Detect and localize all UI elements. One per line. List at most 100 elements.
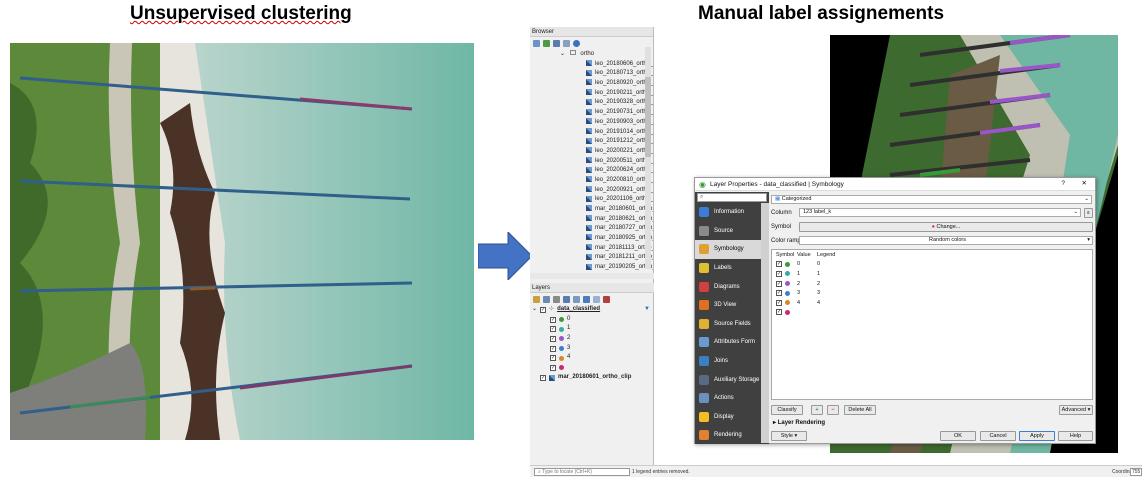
style-icon[interactable]: [533, 295, 540, 303]
column-select[interactable]: 123 label_k ⌄: [799, 208, 1081, 217]
browser-file-item[interactable]: leo_20180713_ortho_: [530, 69, 653, 79]
add-group-icon[interactable]: [543, 295, 550, 303]
symbol-color-icon[interactable]: [785, 261, 790, 267]
class-checkbox[interactable]: ✓: [550, 316, 556, 323]
browser-file-item[interactable]: mar_20190205_ortho_: [530, 263, 653, 273]
sidebar-item[interactable]: Symbology: [695, 240, 769, 259]
class-checkbox[interactable]: ✓: [550, 364, 556, 371]
chevron-down-icon[interactable]: ⌄: [560, 51, 565, 57]
browser-file-item[interactable]: leo_20200810_ortho_: [530, 176, 653, 186]
ok-button[interactable]: OK: [940, 431, 976, 441]
expand-icon[interactable]: [583, 295, 590, 303]
browser-file-item[interactable]: mar_20180925_ortho_: [530, 234, 653, 244]
classify-button[interactable]: Classify: [771, 405, 803, 415]
layer-raster[interactable]: ✓ mar_20180601_ortho_clip: [530, 373, 654, 383]
filter-icon[interactable]: [553, 39, 560, 47]
symbol-color-icon[interactable]: [785, 271, 790, 277]
browser-file-item[interactable]: mar_20180621_ortho_: [530, 215, 653, 225]
cancel-button[interactable]: Cancel: [980, 431, 1016, 441]
layer-class-item[interactable]: ✓: [530, 363, 654, 373]
locator-input[interactable]: ⌕ Type to locate (Ctrl+K): [534, 468, 630, 476]
row-checkbox[interactable]: ✓: [776, 299, 782, 306]
table-row[interactable]: ✓ 3 3: [772, 288, 1092, 298]
filter-icon[interactable]: ▼: [644, 305, 650, 315]
sidebar-item[interactable]: Rendering: [695, 426, 769, 445]
table-row[interactable]: ✓ 4 4: [772, 298, 1092, 308]
browser-file-item[interactable]: leo_20191014_ortho_: [530, 127, 653, 138]
layer-data-classified[interactable]: ⌄ ✓ ⊹ data_classified ▼: [530, 305, 654, 315]
sidebar-search-input[interactable]: ⌕: [697, 193, 767, 202]
sidebar-item[interactable]: Labels: [695, 259, 769, 278]
sidebar-item[interactable]: Information: [695, 203, 769, 222]
table-row[interactable]: ✓: [772, 308, 1092, 318]
refresh-icon[interactable]: [543, 39, 550, 47]
scroll-thumb[interactable]: [645, 77, 651, 157]
layer-checkbox[interactable]: ✓: [540, 306, 547, 313]
remove-layer-icon[interactable]: [603, 295, 610, 303]
class-checkbox[interactable]: ✓: [550, 335, 556, 342]
sidebar-item[interactable]: Auxiliary Storage: [695, 370, 769, 389]
delete-all-button[interactable]: Delete All: [844, 405, 876, 415]
symbol-color-icon[interactable]: [785, 290, 790, 296]
sidebar-item[interactable]: Actions: [695, 389, 769, 408]
chevron-down-icon[interactable]: ⌄: [532, 305, 537, 315]
table-row[interactable]: ✓ 1 1: [772, 269, 1092, 279]
layer-class-item[interactable]: ✓ 2: [530, 334, 654, 344]
sidebar-item[interactable]: Attributes Form: [695, 333, 769, 352]
info-icon[interactable]: [573, 39, 580, 47]
browser-file-item[interactable]: leo_20190731_ortho_: [530, 108, 653, 118]
browser-file-item[interactable]: mar_20181113_ortho_: [530, 244, 653, 254]
symbol-color-icon[interactable]: [785, 281, 790, 287]
sidebar-item[interactable]: Display: [695, 408, 769, 427]
row-checkbox[interactable]: ✓: [776, 290, 782, 297]
close-icon[interactable]: ✕: [1082, 179, 1087, 187]
browser-hscrollbar[interactable]: [530, 273, 654, 279]
color-ramp-select[interactable]: Random colors ▾: [799, 236, 1093, 245]
layer-class-item[interactable]: ✓ 1: [530, 324, 654, 334]
layer-checkbox[interactable]: ✓: [540, 374, 546, 381]
browser-file-item[interactable]: leo_20200921_ortho_: [530, 186, 653, 196]
sidebar-item[interactable]: 3D View: [695, 296, 769, 315]
collapse-icon[interactable]: [593, 295, 600, 303]
change-symbol-button[interactable]: ● Change...: [799, 222, 1093, 232]
tree-folder-ortho[interactable]: ⌄ ortho: [530, 50, 653, 60]
row-checkbox[interactable]: ✓: [776, 270, 782, 277]
browser-file-item[interactable]: leo_20190328_ortho_: [530, 98, 653, 108]
sidebar-item[interactable]: Source Fields: [695, 315, 769, 334]
expression-button[interactable]: ε: [1084, 208, 1093, 218]
sidebar-item[interactable]: Diagrams: [695, 277, 769, 296]
class-checkbox[interactable]: ✓: [550, 326, 556, 333]
browser-file-item[interactable]: mar_20181211_ortho_: [530, 253, 653, 263]
browser-file-item[interactable]: leo_20200624_ortho_: [530, 166, 653, 176]
apply-button[interactable]: Apply: [1019, 431, 1055, 441]
add-layer-icon[interactable]: [533, 39, 540, 47]
advanced-button[interactable]: Advanced ▾: [1059, 405, 1093, 415]
browser-file-item[interactable]: leo_20190211_ortho_: [530, 89, 653, 99]
row-checkbox[interactable]: ✓: [776, 261, 782, 268]
browser-file-item[interactable]: mar_20180727_ortho_: [530, 224, 653, 234]
collapse-icon[interactable]: [563, 39, 570, 47]
browser-file-item[interactable]: leo_20180606_ortho_: [530, 60, 653, 70]
browser-file-item[interactable]: leo_20201106_ortho_: [530, 195, 653, 205]
class-checkbox[interactable]: ✓: [550, 355, 556, 362]
sidebar-item[interactable]: Joins: [695, 352, 769, 371]
layer-rendering-section[interactable]: ▸ Layer Rendering: [773, 419, 825, 426]
browser-file-item[interactable]: mar_20180601_ortho_: [530, 205, 653, 215]
row-checkbox[interactable]: ✓: [776, 309, 782, 316]
table-row[interactable]: ✓ 0 0: [772, 260, 1092, 270]
browser-file-item[interactable]: leo_20191212_ortho_: [530, 137, 653, 147]
row-checkbox[interactable]: ✓: [776, 280, 782, 287]
add-class-icon[interactable]: +: [811, 405, 823, 415]
remove-class-icon[interactable]: −: [827, 405, 839, 415]
browser-file-item[interactable]: leo_20190903_ortho_: [530, 118, 653, 128]
layer-class-item[interactable]: ✓ 0: [530, 315, 654, 325]
browser-file-item[interactable]: leo_20180920_ortho_: [530, 79, 653, 89]
layer-class-item[interactable]: ✓ 3: [530, 344, 654, 354]
table-row[interactable]: ✓ 2 2: [772, 279, 1092, 289]
style-button[interactable]: Style ▾: [771, 431, 807, 441]
layer-class-item[interactable]: ✓ 4: [530, 353, 654, 363]
class-checkbox[interactable]: ✓: [550, 345, 556, 352]
help-icon[interactable]: ?: [1061, 180, 1065, 187]
filter-icon[interactable]: [563, 295, 570, 303]
browser-file-item[interactable]: leo_20200221_ortho_: [530, 147, 653, 157]
